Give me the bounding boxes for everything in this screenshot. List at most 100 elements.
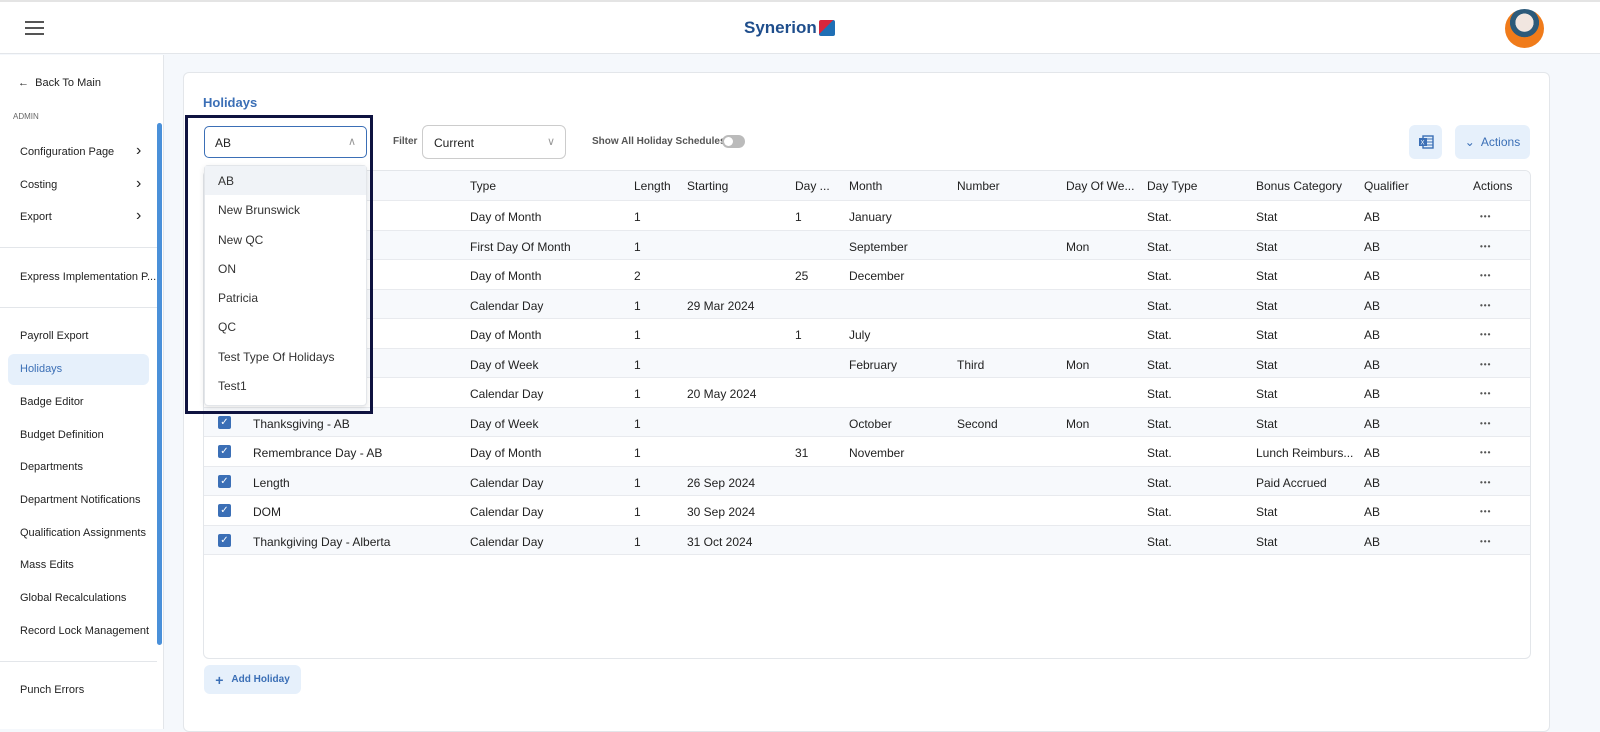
- chevron-down-icon: ∨: [546, 136, 555, 148]
- row-checkbox[interactable]: ✓: [218, 415, 231, 429]
- more-actions-icon[interactable]: •••: [1480, 360, 1491, 369]
- hamburger-menu-icon[interactable]: [25, 21, 44, 35]
- cell: First Day Of Month: [470, 239, 571, 254]
- cell: 31 Oct 2024: [687, 534, 753, 549]
- column-header[interactable]: Day ...: [795, 179, 830, 193]
- dropdown-option[interactable]: QC: [205, 312, 366, 341]
- actions-button[interactable]: ⌄ Actions: [1455, 125, 1530, 159]
- more-actions-icon[interactable]: •••: [1480, 330, 1491, 339]
- table-row: ✓First Day Of Month1SeptemberMonStat.Sta…: [204, 230, 1530, 260]
- filter-value: Current: [434, 136, 475, 150]
- back-to-main-link[interactable]: ← Back To Main: [18, 77, 101, 89]
- cell: 1: [634, 328, 641, 342]
- add-holiday-button[interactable]: + Add Holiday: [204, 665, 301, 694]
- cell: Thanksgiving - AB: [253, 416, 350, 431]
- dropdown-option[interactable]: Test Type Of Holidays: [205, 342, 366, 371]
- cell: Stat: [1256, 534, 1278, 549]
- cell: 1: [634, 446, 641, 460]
- column-header[interactable]: Number: [957, 179, 1000, 193]
- cell: Calendar Day: [470, 298, 544, 313]
- sidebar-item-record-lock-management[interactable]: Record Lock Management: [20, 625, 149, 637]
- column-header[interactable]: Month: [849, 179, 882, 193]
- row-checkbox[interactable]: ✓: [218, 445, 231, 458]
- sidebar-item-configuration-page[interactable]: Configuration Page ›: [20, 142, 141, 159]
- sidebar-item-payroll-export[interactable]: Payroll Export: [20, 330, 88, 342]
- sidebar-item-express-implementation-p[interactable]: Express Implementation P...: [20, 271, 156, 283]
- cell: AB: [1364, 416, 1381, 431]
- column-header[interactable]: Actions: [1473, 179, 1512, 193]
- sidebar: ← Back To Main ADMIN Configuration Page ›…: [0, 55, 164, 729]
- sidebar-item-export[interactable]: Export ›: [20, 207, 141, 224]
- column-header[interactable]: Starting: [687, 179, 728, 193]
- more-actions-icon[interactable]: •••: [1480, 419, 1491, 428]
- more-actions-icon[interactable]: •••: [1480, 389, 1491, 398]
- cell: Stat.: [1147, 357, 1172, 372]
- more-actions-icon[interactable]: •••: [1480, 301, 1491, 310]
- cell: AB: [1364, 387, 1381, 401]
- column-header[interactable]: Type: [470, 179, 496, 193]
- avatar[interactable]: [1505, 9, 1544, 48]
- cell: Second: [957, 416, 998, 431]
- filter-select[interactable]: Current ∨: [422, 125, 566, 159]
- actions-label: Actions: [1480, 135, 1521, 149]
- sidebar-item-global-recalculations[interactable]: Global Recalculations: [20, 592, 126, 604]
- more-actions-icon[interactable]: •••: [1480, 537, 1491, 546]
- row-checkbox[interactable]: ✓: [218, 474, 231, 488]
- column-header[interactable]: Day Type: [1147, 179, 1197, 193]
- cell: February: [849, 357, 898, 372]
- show-all-toggle[interactable]: [722, 135, 745, 148]
- column-header[interactable]: Day Of We...: [1066, 179, 1134, 193]
- table-row: ✓Day of Month225DecemberStat.StatAB•••: [204, 260, 1530, 290]
- cell: Day of Week: [470, 416, 539, 431]
- schedule-select[interactable]: AB ∧: [204, 126, 367, 158]
- cell: Mon: [1066, 357, 1090, 372]
- column-header[interactable]: Qualifier: [1364, 179, 1409, 193]
- sidebar-item-departments[interactable]: Departments: [20, 461, 83, 473]
- column-header[interactable]: Bonus Category: [1256, 179, 1342, 193]
- column-header[interactable]: Length: [634, 179, 671, 193]
- row-checkbox[interactable]: ✓: [218, 504, 231, 517]
- row-checkbox[interactable]: ✓: [218, 533, 231, 547]
- more-actions-icon[interactable]: •••: [1480, 212, 1491, 221]
- sidebar-item-costing[interactable]: Costing ›: [20, 175, 141, 192]
- sidebar-item-department-notifications[interactable]: Department Notifications: [20, 494, 140, 506]
- sidebar-item-mass-edits[interactable]: Mass Edits: [20, 559, 74, 571]
- plus-icon: +: [215, 671, 224, 688]
- sidebar-item-qualification-assignments[interactable]: Qualification Assignments: [20, 527, 146, 539]
- cell: 1: [634, 387, 641, 401]
- cell: Day of Month: [470, 328, 542, 342]
- chevron-down-icon: ⌄: [1464, 135, 1475, 149]
- dropdown-option[interactable]: Test1: [205, 371, 366, 400]
- sidebar-item-badge-editor[interactable]: Badge Editor: [20, 396, 84, 408]
- more-actions-icon[interactable]: •••: [1480, 271, 1491, 280]
- dropdown-option[interactable]: ON: [205, 254, 366, 283]
- schedule-dropdown-list: AB New Brunswick New QC ON Patricia QC Test Ty…: [204, 165, 367, 406]
- cell: Length: [253, 475, 290, 490]
- export-excel-button[interactable]: X: [1409, 125, 1442, 159]
- dropdown-option[interactable]: New Brunswick: [205, 195, 366, 224]
- sidebar-scrollbar[interactable]: [157, 123, 162, 645]
- arrow-left-icon: ←: [18, 77, 29, 89]
- more-actions-icon[interactable]: •••: [1480, 448, 1491, 457]
- sidebar-item-label: Department Notifications: [20, 494, 141, 506]
- cell: 1: [795, 328, 802, 342]
- sidebar-item-budget-definition[interactable]: Budget Definition: [20, 429, 104, 441]
- dropdown-option[interactable]: AB: [205, 166, 366, 196]
- cell: Stat: [1256, 298, 1278, 313]
- cell: September: [849, 239, 908, 254]
- sidebar-item-punch-errors[interactable]: Punch Errors: [20, 684, 84, 696]
- dropdown-option[interactable]: New QC: [205, 225, 366, 254]
- cell: Stat.: [1147, 239, 1172, 254]
- sidebar-item-holidays[interactable]: Holidays: [20, 363, 62, 375]
- add-holiday-label: Add Holiday: [231, 674, 290, 685]
- divider: [0, 247, 157, 248]
- cell: December: [849, 269, 905, 283]
- cell: Day of Month: [470, 210, 542, 224]
- table-row: ✓ DOM Calendar Day 1 30 Sep 2024 Stat. Stat AB •…: [204, 496, 1530, 526]
- cell: 1: [634, 210, 641, 224]
- cell: 25: [795, 269, 809, 283]
- more-actions-icon[interactable]: •••: [1480, 478, 1491, 487]
- more-actions-icon[interactable]: •••: [1480, 242, 1491, 251]
- more-actions-icon[interactable]: •••: [1480, 507, 1491, 516]
- dropdown-option[interactable]: Patricia: [205, 283, 366, 312]
